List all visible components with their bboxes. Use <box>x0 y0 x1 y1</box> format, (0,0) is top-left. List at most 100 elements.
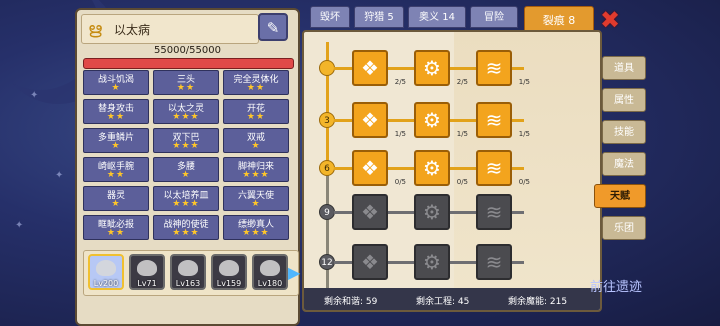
edit-button[interactable]: ✎ <box>258 13 288 41</box>
rune-icon: ഋ <box>88 19 102 38</box>
claw-talent-node[interactable]: ≋ <box>476 244 512 280</box>
level-marker: 6 <box>319 160 335 176</box>
skill-cell[interactable]: 开花 ★★ <box>223 99 289 124</box>
skill-stars: ★★★ <box>172 112 200 122</box>
menu-magic[interactable]: 魔法 <box>602 152 646 176</box>
chain-talent-node[interactable]: ❖ <box>352 194 388 230</box>
skill-cell[interactable]: 双下巴 ★★★ <box>153 128 219 153</box>
skill-stars: ★★ <box>106 170 126 180</box>
hero-portrait[interactable]: Lv159 <box>211 254 247 290</box>
hp-text: 55000/55000 <box>154 45 221 56</box>
tab-hunt[interactable]: 狩猎 5 <box>354 6 404 28</box>
hero-level: Lv180 <box>257 279 283 288</box>
menu-talent[interactable]: 天赋 <box>594 184 646 208</box>
level-marker: 9 <box>319 204 335 220</box>
skill-cell[interactable]: 脚神归来 ★★★ <box>223 157 289 182</box>
gear-icon: ⚙ <box>423 56 441 80</box>
claw-icon: ≋ <box>485 250 503 274</box>
gear-talent-node[interactable]: ⚙ 2/5 <box>414 50 468 86</box>
claw-icon: ≋ <box>485 108 503 132</box>
skill-cell[interactable]: 眶眦必报 ★★ <box>83 215 149 240</box>
skill-stars: ★★ <box>246 112 266 122</box>
chain-icon: ❖ <box>361 108 379 132</box>
skill-stars: ★ <box>111 141 121 151</box>
hero-portrait[interactable]: Lv200 <box>88 254 124 290</box>
chain-icon: ❖ <box>361 200 379 224</box>
talent-count: 0/5 <box>518 178 530 186</box>
skill-stars: ★ <box>111 199 121 209</box>
gear-icon: ⚙ <box>423 250 441 274</box>
skill-grid: 战斗饥渴 ★ 三头 ★★ 完全灵体化 ★★ 替身攻击 ★★ 以太之灵 ★★★ 开花 ★★ 多重鳞片 ★ 双下… <box>83 70 293 240</box>
skill-cell[interactable]: 多重鳞片 ★ <box>83 128 149 153</box>
claw-icon: ≋ <box>485 156 503 180</box>
skill-cell[interactable]: 以太培养皿 ★★★ <box>153 186 219 211</box>
arrow-right-icon[interactable]: ▶ <box>288 263 300 282</box>
hero-name: 以太病 <box>114 23 151 37</box>
skill-stars: ★★ <box>106 112 126 122</box>
skill-cell[interactable]: 替身攻击 ★★ <box>83 99 149 124</box>
skill-stars: ★★★ <box>172 141 200 151</box>
skill-stars: ★★ <box>246 83 266 93</box>
skill-stars: ★★ <box>176 83 196 93</box>
talent-count: 0/5 <box>394 178 406 186</box>
skill-cell[interactable]: 双戒 ★ <box>223 128 289 153</box>
gear-talent-node[interactable]: ⚙ 1/5 <box>414 102 468 138</box>
talent-count: 1/5 <box>518 78 530 86</box>
chain-talent-node[interactable]: ❖ 2/5 <box>352 50 406 86</box>
skill-stars: ★ <box>181 170 191 180</box>
skill-stars: ★★★ <box>172 199 200 209</box>
tab-adventure[interactable]: 冒险 <box>470 6 518 28</box>
gear-talent-node[interactable]: ⚙ 0/5 <box>414 150 468 186</box>
claw-talent-node[interactable]: ≋ 0/5 <box>476 150 530 186</box>
skill-cell[interactable]: 缥缈真人 ★★★ <box>223 215 289 240</box>
hero-level: Lv71 <box>137 279 157 288</box>
star-decoration: ✦ <box>30 90 39 101</box>
claw-talent-node[interactable]: ≋ 1/5 <box>476 50 530 86</box>
talent-panel: ❖ 2/5 ⚙ 2/5 ≋ 1/5 3 ❖ 1/5 ⚙ 1/5 ≋ 1/5 6 ❖ 0/5 ⚙ 0/5 ≋ 0/5 9 ❖… <box>302 30 602 312</box>
skill-cell[interactable]: 多腰 ★ <box>153 157 219 182</box>
skill-cell[interactable]: 完全灵体化 ★★ <box>223 70 289 95</box>
hero-level: Lv200 <box>93 279 119 288</box>
skill-cell[interactable]: 以太之灵 ★★★ <box>153 99 219 124</box>
claw-talent-node[interactable]: ≋ 1/5 <box>476 102 530 138</box>
talent-count: 0/5 <box>456 178 468 186</box>
gear-icon: ⚙ <box>423 156 441 180</box>
tab-destroy[interactable]: 毁坏 <box>310 6 350 28</box>
menu-band[interactable]: 乐团 <box>602 216 646 240</box>
level-marker: 12 <box>319 254 335 270</box>
talent-count: 1/5 <box>394 130 406 138</box>
skill-cell[interactable]: 三头 ★★ <box>153 70 219 95</box>
hero-portrait[interactable]: Lv163 <box>170 254 206 290</box>
hero-face <box>137 260 157 276</box>
talent-count: 1/5 <box>518 130 530 138</box>
star-decoration: ✦ <box>55 170 64 181</box>
gear-talent-node[interactable]: ⚙ <box>414 244 450 280</box>
hero-name-bar: ഋ 以太病 <box>81 14 259 44</box>
menu-skills[interactable]: 技能 <box>602 120 646 144</box>
goto-ruins-button[interactable]: 前往遗迹 <box>590 276 642 295</box>
hero-face <box>96 260 116 276</box>
tab-mystery[interactable]: 奥义 14 <box>408 6 466 28</box>
chain-talent-node[interactable]: ❖ 0/5 <box>352 150 406 186</box>
skill-cell[interactable]: 六翼天使 ★ <box>223 186 289 211</box>
gear-icon: ⚙ <box>423 200 441 224</box>
chain-icon: ❖ <box>361 56 379 80</box>
menu-attributes[interactable]: 属性 <box>602 88 646 112</box>
chain-icon: ❖ <box>361 156 379 180</box>
close-icon[interactable]: ✖ <box>600 6 620 34</box>
skill-cell[interactable]: 战神的使徒 ★★★ <box>153 215 219 240</box>
skill-cell[interactable]: 战斗饥渴 ★ <box>83 70 149 95</box>
gear-talent-node[interactable]: ⚙ <box>414 194 450 230</box>
skill-cell[interactable]: 器灵 ★ <box>83 186 149 211</box>
menu-items[interactable]: 道具 <box>602 56 646 80</box>
gear-icon: ⚙ <box>423 108 441 132</box>
chain-talent-node[interactable]: ❖ <box>352 244 388 280</box>
hero-portrait[interactable]: Lv71 <box>129 254 165 290</box>
skill-stars: ★★★ <box>172 228 200 238</box>
magic-remaining: 剩余魔能: 215 <box>508 297 568 307</box>
hero-portrait[interactable]: Lv180 <box>252 254 288 290</box>
chain-talent-node[interactable]: ❖ 1/5 <box>352 102 406 138</box>
level-marker: 3 <box>319 112 335 128</box>
skill-cell[interactable]: 崎岖手腕 ★★ <box>83 157 149 182</box>
claw-talent-node[interactable]: ≋ <box>476 194 512 230</box>
